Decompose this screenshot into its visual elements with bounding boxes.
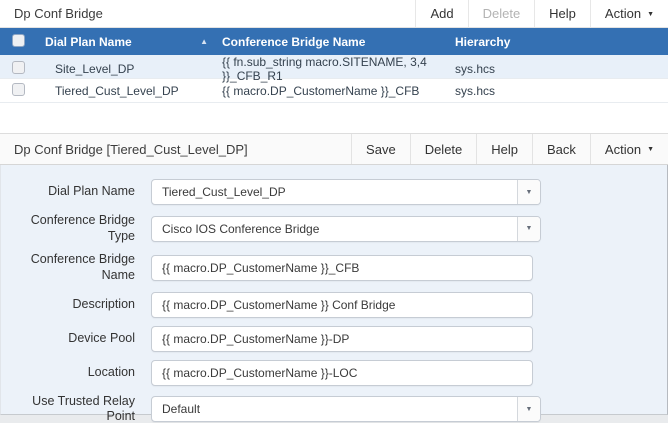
field-label: Dial Plan Name [48, 184, 135, 199]
detail-panel-title: Dp Conf Bridge [Tiered_Cust_Level_DP] [14, 141, 248, 157]
table-row[interactable]: Tiered_Cust_Level_DP {{ macro.DP_Custome… [0, 79, 668, 103]
field-label: Conference Bridge Type [30, 213, 135, 243]
chevron-down-icon: ▼ [525, 405, 533, 413]
delete-button[interactable]: Delete [409, 134, 477, 164]
save-button-label: Save [366, 141, 396, 157]
column-header-conference-bridge-name[interactable]: Conference Bridge Name [222, 35, 455, 49]
conference-bridge-type-select[interactable]: Cisco IOS Conference Bridge ▼ [151, 215, 541, 242]
row-checkbox-cell [0, 61, 45, 77]
cell-hierarchy: sys.hcs [455, 62, 496, 76]
field-label: Conference Bridge Name [30, 252, 135, 282]
column-header-dial-plan-name[interactable]: Dial Plan Name ▲ [45, 35, 222, 49]
field-row-dial-plan-name: Dial Plan Name Tiered_Cust_Level_DP ▼ [1, 179, 667, 205]
description-input[interactable] [151, 291, 533, 318]
conference-bridge-name-input[interactable] [151, 254, 533, 281]
row-checkbox[interactable] [12, 61, 25, 74]
select-value: Tiered_Cust_Level_DP [162, 185, 286, 199]
column-header-label: Dial Plan Name [45, 34, 132, 49]
save-button[interactable]: Save [351, 134, 410, 164]
field-label: Use Trusted Relay Point [32, 393, 135, 423]
cell-conference-bridge-name: {{ macro.DP_CustomerName }}_CFB [222, 83, 420, 98]
list-toolbar-buttons: Add Delete Help Action ▼ [415, 0, 668, 27]
select-value: Cisco IOS Conference Bridge [162, 221, 320, 236]
action-button-label: Action [604, 141, 642, 157]
cell-dial-plan-name: Site_Level_DP [55, 62, 135, 76]
dropdown-toggle-button[interactable]: ▼ [517, 180, 540, 204]
action-menu-button[interactable]: Action ▼ [589, 134, 668, 164]
delete-button-label: Delete [424, 141, 463, 157]
delete-button-label: Delete [482, 6, 521, 21]
select-value: Default [162, 402, 201, 417]
field-row-location: Location [1, 359, 667, 386]
chevron-down-icon: ▼ [647, 146, 654, 153]
cell-hierarchy: sys.hcs [455, 83, 496, 98]
add-button-label: Add [430, 6, 454, 21]
table-header: Dial Plan Name ▲ Conference Bridge Name … [0, 28, 668, 55]
dropdown-toggle-button[interactable]: ▼ [517, 216, 540, 241]
panel-gap [0, 103, 668, 133]
dial-plan-name-select[interactable]: Tiered_Cust_Level_DP ▼ [151, 179, 541, 205]
location-input[interactable] [151, 359, 533, 386]
add-button[interactable]: Add [415, 0, 467, 27]
help-button[interactable]: Help [476, 134, 532, 164]
column-header-hierarchy[interactable]: Hierarchy [455, 35, 668, 49]
help-button-label: Help [549, 6, 576, 21]
help-button-label: Help [491, 141, 519, 157]
cell-dial-plan-name: Tiered_Cust_Level_DP [55, 83, 179, 98]
field-row-conference-bridge-type: Conference Bridge Type Cisco IOS Confere… [1, 213, 667, 244]
chevron-down-icon: ▼ [647, 10, 654, 18]
help-button[interactable]: Help [534, 0, 590, 27]
field-row-device-pool: Device Pool [1, 325, 667, 352]
field-label: Device Pool [68, 330, 135, 345]
detail-toolbar: Dp Conf Bridge [Tiered_Cust_Level_DP] Sa… [0, 133, 668, 165]
cell-conference-bridge-name: {{ fn.sub_string macro.SITENAME, 3,4 }}_… [222, 55, 427, 83]
chevron-down-icon: ▼ [525, 188, 533, 196]
use-trusted-relay-point-select[interactable]: Default ▼ [151, 396, 541, 423]
chevron-down-icon: ▼ [525, 225, 533, 233]
detail-panel: Dp Conf Bridge [Tiered_Cust_Level_DP] Sa… [0, 133, 668, 423]
dropdown-toggle-button[interactable]: ▼ [517, 397, 540, 422]
device-pool-input[interactable] [151, 325, 533, 352]
back-button-label: Back [547, 141, 576, 157]
list-panel-title: Dp Conf Bridge [14, 6, 103, 21]
list-panel: Dp Conf Bridge Add Delete Help Action ▼ … [0, 0, 668, 103]
field-row-description: Description [1, 291, 667, 318]
back-button[interactable]: Back [532, 134, 590, 164]
list-toolbar: Dp Conf Bridge Add Delete Help Action ▼ [0, 0, 668, 28]
field-label: Location [87, 364, 135, 379]
table-row[interactable]: Site_Level_DP {{ fn.sub_string macro.SIT… [0, 55, 668, 83]
header-checkbox-cell [0, 33, 45, 50]
detail-toolbar-buttons: Save Delete Help Back Action ▼ [351, 134, 668, 164]
sort-ascending-icon: ▲ [200, 36, 208, 46]
select-all-checkbox[interactable] [12, 33, 25, 47]
action-menu-button[interactable]: Action ▼ [589, 0, 668, 27]
action-button-label: Action [604, 6, 642, 21]
row-checkbox-cell [0, 82, 45, 99]
field-label: Description [72, 296, 135, 311]
detail-form: Dial Plan Name Tiered_Cust_Level_DP ▼ Co… [0, 165, 668, 423]
delete-button[interactable]: Delete [467, 0, 535, 27]
row-checkbox[interactable] [12, 82, 25, 96]
field-row-conference-bridge-name: Conference Bridge Name [1, 252, 667, 283]
